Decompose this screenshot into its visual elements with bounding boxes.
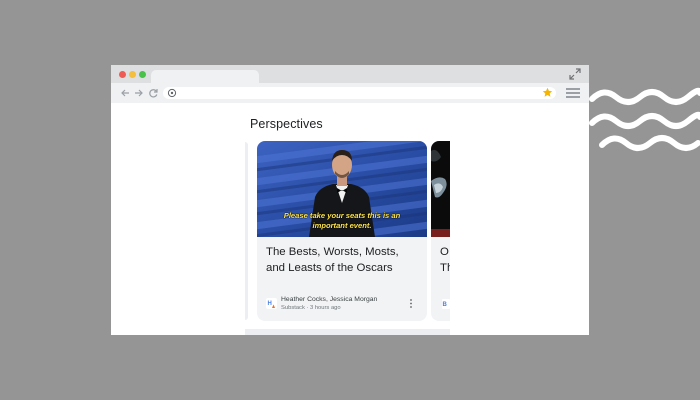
more-vert-icon[interactable] [408,298,414,309]
reload-icon[interactable] [147,86,159,100]
page-content: Perspectives Please take your seats this… [111,103,589,335]
article-author: Heather Cocks, Jessica Morgan [281,296,378,303]
maximize-window-button[interactable] [139,71,146,78]
article-card[interactable]: Please take your seats this is an import… [257,141,427,321]
site-info-icon[interactable] [167,88,177,98]
back-arrow-icon[interactable] [119,86,131,100]
address-bar[interactable] [163,87,556,99]
tab-strip [111,65,589,83]
decorative-waves [589,87,700,151]
browser-toolbar [111,83,589,103]
svg-text:H: H [268,301,272,307]
minimize-window-button[interactable] [129,71,136,78]
expand-icon[interactable] [569,68,581,80]
substack-logo-icon: H [266,298,277,309]
next-article-title: O Th [440,245,450,276]
next-article-image [431,141,450,237]
publisher-logo-icon: B [442,299,450,309]
next-article-card[interactable]: O Th B [431,141,450,321]
bookmark-star-icon[interactable] [542,87,553,98]
article-title[interactable]: The Bests, Worsts, Mosts, and Leasts of … [266,245,418,276]
next-section-edge [245,329,450,335]
menu-icon[interactable] [566,87,580,99]
forward-arrow-icon[interactable] [133,86,145,100]
next-title-line: Th [440,261,450,274]
article-meta: Substack · 3 hours ago [281,305,341,311]
svg-text:B: B [443,302,448,308]
browser-tab[interactable] [151,70,259,83]
next-title-line: O [440,246,449,258]
image-caption: Please take your seats this is an import… [283,211,401,230]
browser-window: Perspectives Please take your seats this… [111,65,589,335]
previous-card-edge[interactable] [245,142,248,320]
close-window-button[interactable] [119,71,126,78]
article-image: Please take your seats this is an import… [257,141,427,237]
section-title: Perspectives [250,117,323,131]
